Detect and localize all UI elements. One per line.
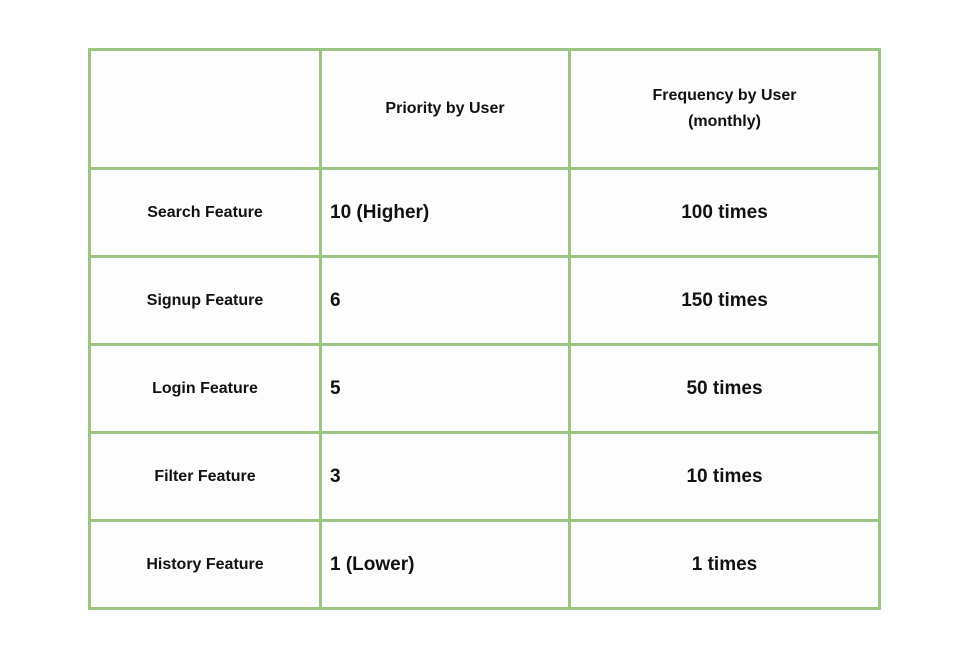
frequency-cell: 150 times	[568, 255, 881, 346]
priority-cell: 6	[319, 255, 571, 346]
frequency-cell: 50 times	[568, 343, 881, 434]
table-row: Login Feature 5 50 times	[88, 343, 881, 434]
frequency-cell: 10 times	[568, 431, 881, 522]
header-frequency: Frequency by User (monthly)	[568, 48, 881, 170]
feature-cell: History Feature	[88, 519, 322, 610]
frequency-cell: 1 times	[568, 519, 881, 610]
header-frequency-label: Frequency by User	[652, 87, 797, 104]
feature-priority-table: Priority by User Frequency by User (mont…	[88, 48, 881, 610]
table-row: Search Feature 10 (Higher) 100 times	[88, 167, 881, 258]
priority-cell: 10 (Higher)	[319, 167, 571, 258]
feature-cell: Login Feature	[88, 343, 322, 434]
priority-cell: 5	[319, 343, 571, 434]
header-priority-label: Priority by User	[385, 100, 505, 117]
header-row: Priority by User Frequency by User (mont…	[88, 48, 881, 170]
header-empty-cell	[88, 48, 322, 170]
table-row: Filter Feature 3 10 times	[88, 431, 881, 522]
header-frequency-sublabel: (monthly)	[688, 113, 761, 130]
priority-cell: 3	[319, 431, 571, 522]
frequency-cell: 100 times	[568, 167, 881, 258]
priority-cell: 1 (Lower)	[319, 519, 571, 610]
table-row: Signup Feature 6 150 times	[88, 255, 881, 346]
header-priority: Priority by User	[319, 48, 571, 170]
feature-cell: Signup Feature	[88, 255, 322, 346]
feature-cell: Search Feature	[88, 167, 322, 258]
feature-cell: Filter Feature	[88, 431, 322, 522]
table-row: History Feature 1 (Lower) 1 times	[88, 519, 881, 610]
